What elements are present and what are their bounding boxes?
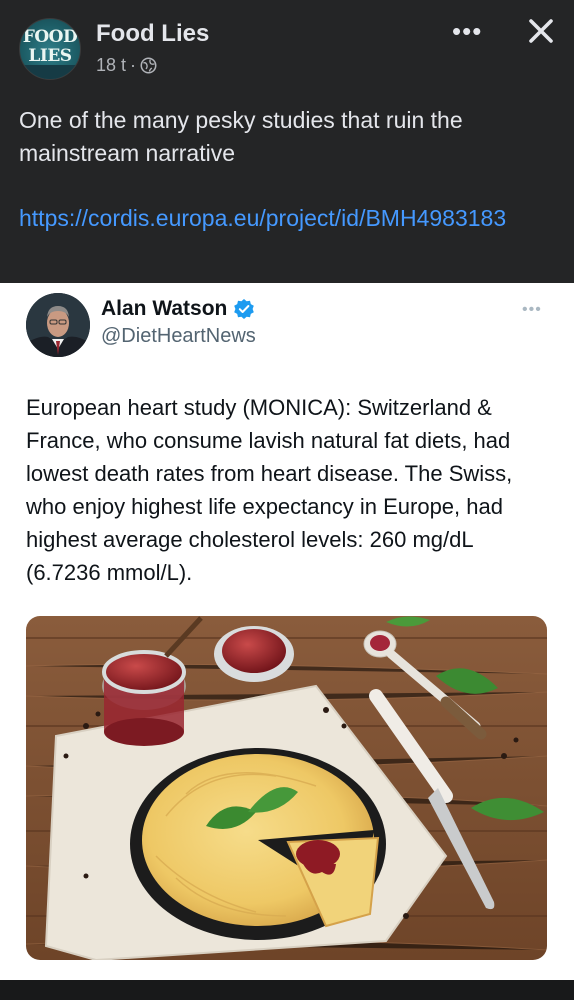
tweet-author-name[interactable]: Alan Watson <box>101 297 255 321</box>
page-avatar[interactable]: FOOD LIES <box>19 18 81 80</box>
avatar-band <box>20 65 80 79</box>
post-link[interactable]: https://cordis.europa.eu/project/id/BMH4… <box>19 202 549 235</box>
post-caption: One of the many pesky studies that ruin … <box>19 107 463 166</box>
avatar-text-line1: FOOD <box>22 27 78 47</box>
post-meta: 18 t · <box>96 55 157 76</box>
tweet-text: European heart study (MONICA): Switzerla… <box>26 395 513 585</box>
facebook-post-header: FOOD LIES Food Lies 18 t · ••• One of th… <box>0 0 574 283</box>
verified-badge-icon <box>234 299 255 319</box>
more-horizontal-icon[interactable]: ••• <box>452 18 482 44</box>
cheese-pie-photo <box>26 616 547 960</box>
avatar-text-line2: LIES <box>28 46 72 66</box>
meta-separator: · <box>130 55 137 75</box>
person-portrait-icon <box>26 293 90 357</box>
close-icon[interactable] <box>526 16 556 46</box>
post-time[interactable]: 18 t <box>96 55 126 76</box>
post-link-text[interactable]: https://cordis.europa.eu/project/id/BMH4… <box>19 205 506 231</box>
tweet-author-name-text[interactable]: Alan Watson <box>101 297 227 321</box>
bottom-bar <box>0 980 574 1000</box>
page-name[interactable]: Food Lies <box>96 20 209 48</box>
tweet-more-icon[interactable]: ••• <box>522 301 542 319</box>
tweet-photo[interactable] <box>26 616 547 960</box>
tweet-author-handle[interactable]: @DietHeartNews <box>101 325 256 348</box>
embedded-tweet-screenshot[interactable]: Alan Watson @DietHeartNews ••• European … <box>0 283 574 980</box>
tweet-author-avatar <box>26 293 90 357</box>
globe-icon <box>140 57 157 74</box>
